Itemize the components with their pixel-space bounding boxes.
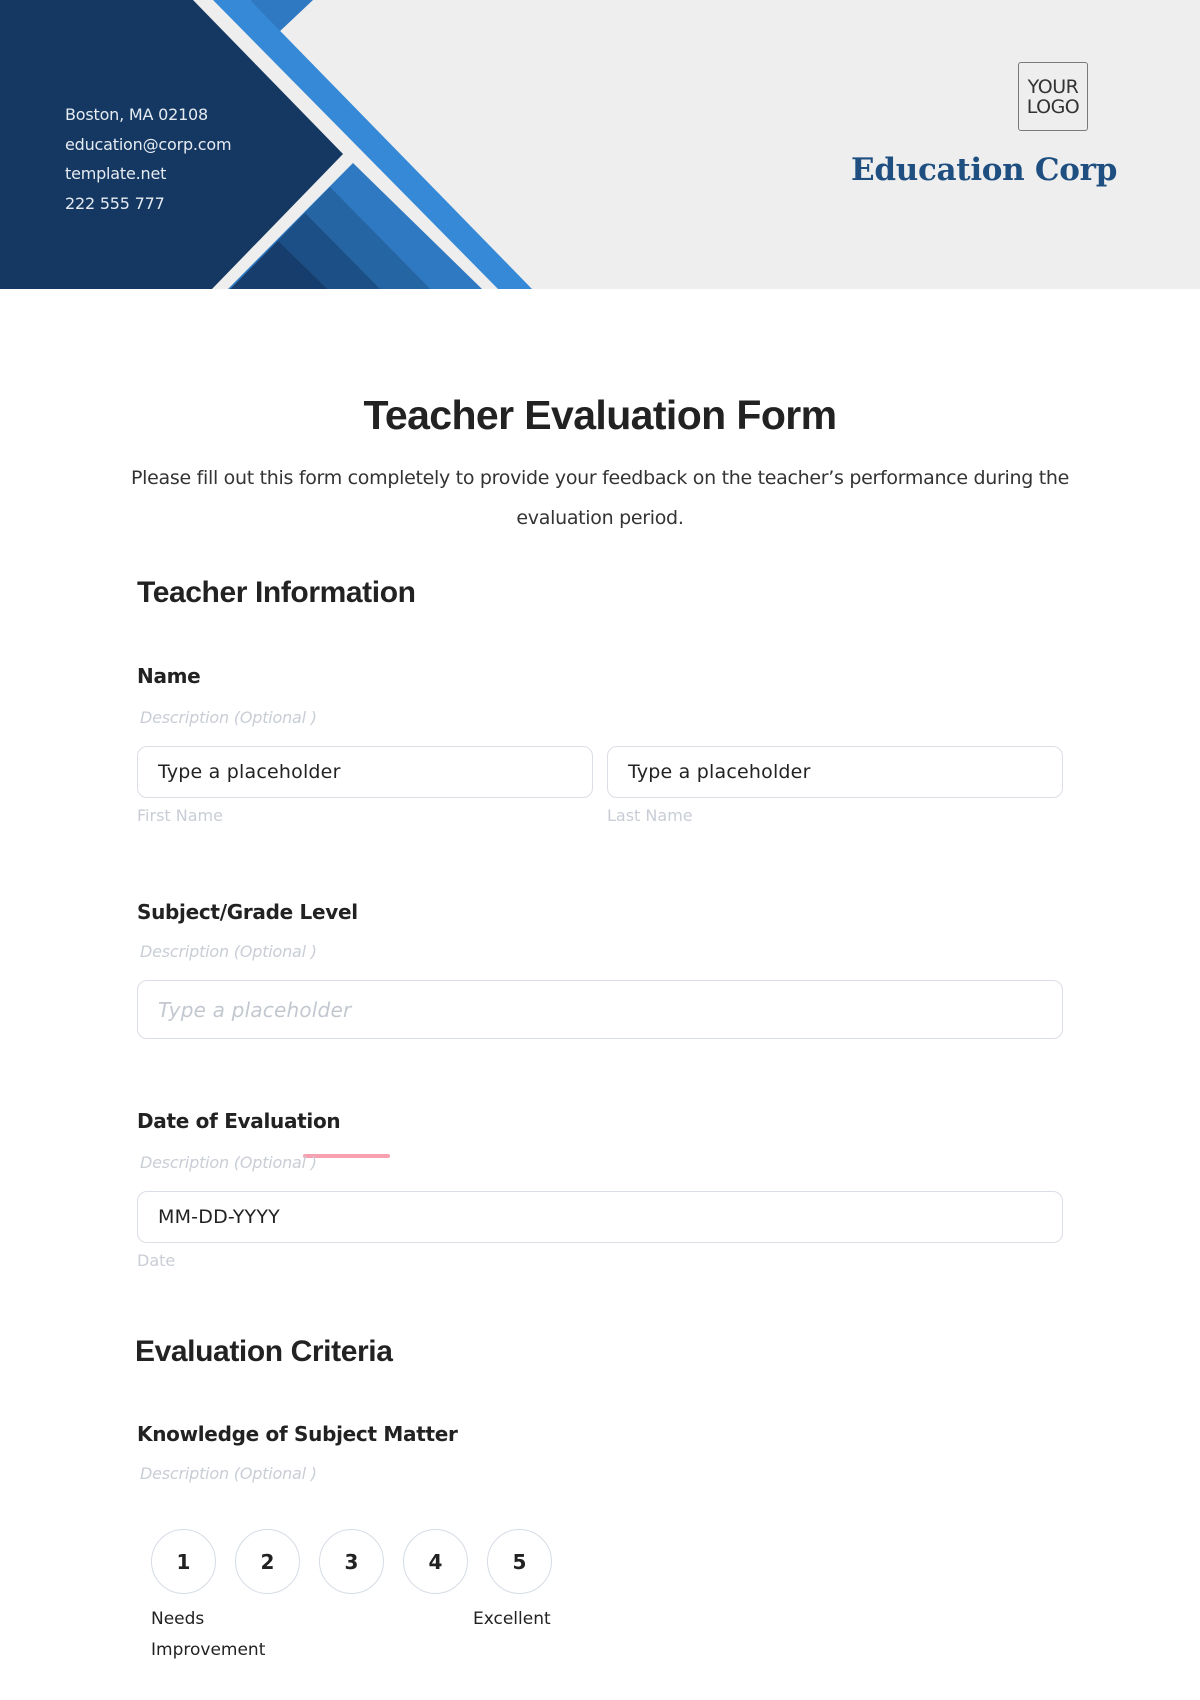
field-description-subject-grade: Description (Optional )	[140, 942, 317, 961]
contact-website[interactable]: template.net	[65, 159, 231, 189]
field-label-knowledge-of-subject: Knowledge of Subject Matter	[137, 1422, 458, 1446]
rating-low-label: Needs Improvement	[151, 1604, 265, 1666]
rating-option-1[interactable]: 1	[151, 1529, 216, 1594]
rating-low-label-line-1: Needs	[151, 1609, 205, 1629]
rating-low-label-line-2: Improvement	[151, 1640, 266, 1660]
field-label-subject-grade: Subject/Grade Level	[137, 900, 358, 924]
first-name-helper: First Name	[137, 806, 223, 825]
field-description-name: Description (Optional )	[140, 708, 317, 727]
field-label-name: Name	[137, 664, 201, 688]
rating-high-label: Excellent	[473, 1609, 551, 1629]
contact-info: Boston, MA 02108 education@corp.com temp…	[65, 100, 232, 218]
field-description-knowledge: Description (Optional )	[140, 1464, 317, 1483]
company-logo: YOUR LOGO	[1018, 62, 1088, 131]
header-banner: Boston, MA 02108 education@corp.com temp…	[0, 0, 1200, 289]
rating-option-5[interactable]: 5	[487, 1529, 552, 1594]
first-name-input[interactable]: Type a placeholder	[137, 746, 593, 798]
subject-grade-input[interactable]: Type a placeholder	[137, 980, 1063, 1039]
field-description-date: Description (Optional )	[140, 1153, 317, 1172]
rating-option-4[interactable]: 4	[403, 1529, 468, 1594]
section-title-evaluation-criteria: Evaluation Criteria	[135, 1335, 393, 1368]
contact-email[interactable]: education@corp.com	[65, 130, 232, 160]
date-of-evaluation-input[interactable]: MM-DD-YYYY	[137, 1191, 1063, 1243]
form-title: Teacher Evaluation Form	[363, 392, 837, 438]
company-name: Education Corp	[851, 152, 1118, 188]
date-helper: Date	[137, 1251, 176, 1270]
section-title-teacher-information: Teacher Information	[137, 576, 416, 609]
logo-line-2: LOGO	[1026, 95, 1080, 118]
contact-address: Boston, MA 02108	[65, 105, 209, 124]
rating-option-2[interactable]: 2	[235, 1529, 300, 1594]
field-label-date-of-evaluation: Date of Evaluation	[137, 1109, 341, 1133]
form-intro: Please fill out this form completely to …	[131, 467, 1069, 529]
last-name-helper: Last Name	[607, 806, 693, 825]
contact-phone: 222 555 777	[65, 193, 165, 213]
last-name-input[interactable]: Type a placeholder	[607, 746, 1063, 798]
logo-line-1: YOUR	[1027, 75, 1079, 98]
rating-option-3[interactable]: 3	[319, 1529, 384, 1594]
